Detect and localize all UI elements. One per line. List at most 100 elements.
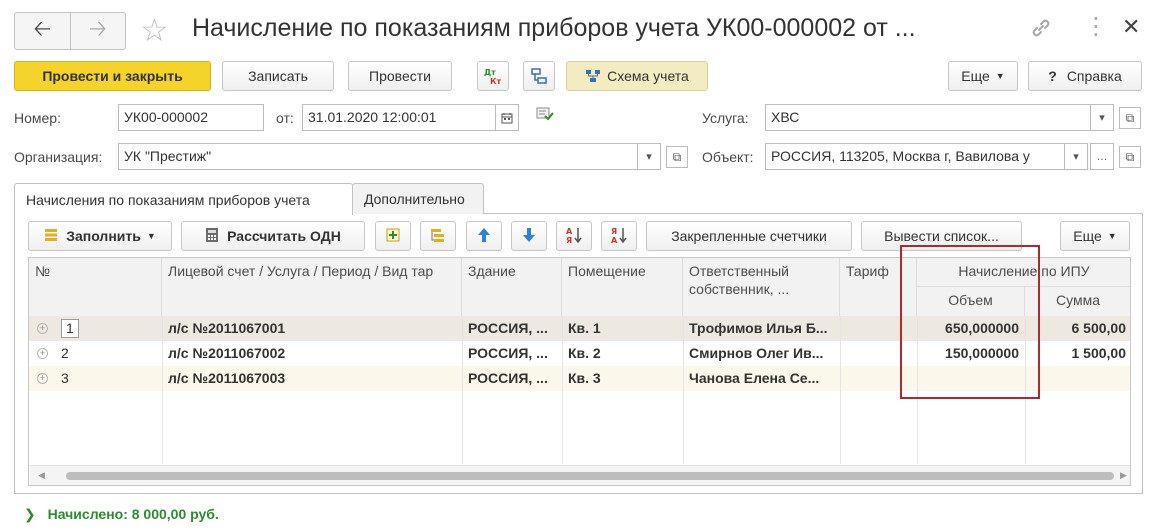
document-structure-button[interactable] <box>523 61 555 91</box>
table-more-label: Еще <box>1073 228 1102 244</box>
arrow-down-icon <box>522 227 536 246</box>
organization-field[interactable]: УК "Престиж" <box>118 143 638 170</box>
sort-desc-button[interactable]: ЯА <box>601 221 637 251</box>
total-charged[interactable]: ❯ Начислено: 8 000,00 руб. <box>24 506 219 523</box>
sum-cell: 6 500,00 <box>1071 320 1127 336</box>
header-building[interactable]: Здание <box>462 258 562 316</box>
schema-icon <box>585 69 601 83</box>
column-divider <box>162 316 163 464</box>
svg-text:Я: Я <box>611 227 617 236</box>
calc-odn-label: Рассчитать ОДН <box>227 228 341 244</box>
more-button[interactable]: Еще ▼ <box>948 61 1018 91</box>
document-structure-icon <box>530 67 548 85</box>
scroll-right-icon[interactable]: ▶ <box>1120 470 1127 481</box>
post-and-close-button[interactable]: Провести и закрыть <box>14 61 211 91</box>
row-num-cell: 1 <box>57 316 97 341</box>
chevron-down-icon: ▼ <box>146 231 156 241</box>
fill-label: Заполнить <box>66 228 141 244</box>
service-field[interactable]: ХВС <box>765 104 1091 131</box>
move-down-button[interactable] <box>511 221 547 251</box>
group-rows-icon <box>430 227 446 246</box>
sum-cell: 1 500,00 <box>1071 345 1127 361</box>
object-open-icon[interactable]: ⧉ <box>1119 146 1141 168</box>
highlight-frame <box>900 245 1040 399</box>
building-cell: РОССИЯ, ... <box>468 320 548 336</box>
header-premises[interactable]: Помещение <box>562 258 683 316</box>
help-label: Справка <box>1066 68 1122 84</box>
row-num: 3 <box>61 370 69 386</box>
object-label: Объект: <box>702 149 754 165</box>
save-button[interactable]: Записать <box>222 61 334 91</box>
building-cell: РОССИЯ, ... <box>468 345 548 361</box>
tab-additional[interactable]: Дополнительно <box>352 183 484 214</box>
expand-row-icon[interactable]: + <box>37 373 48 384</box>
service-dropdown-icon[interactable]: ▾ <box>1090 104 1114 131</box>
svg-text:Кт: Кт <box>490 77 502 86</box>
dt-kt-icon: Дт Кт <box>482 66 504 86</box>
expand-row-icon[interactable]: + <box>37 348 48 359</box>
column-divider <box>562 316 563 464</box>
table-more-button[interactable]: Еще ▼ <box>1060 221 1130 251</box>
row-num: 1 <box>61 319 79 338</box>
post-button[interactable]: Провести <box>348 61 452 91</box>
tab-meter-charges[interactable]: Начисления по показаниям приборов учета <box>14 183 353 215</box>
more-vertical-icon[interactable]: ⋮ <box>1084 12 1109 41</box>
column-divider <box>683 316 684 464</box>
add-row-icon <box>385 227 401 246</box>
header-num[interactable]: № <box>29 258 162 316</box>
organization-dropdown-icon[interactable]: ▾ <box>637 143 661 170</box>
svg-text:Я: Я <box>566 236 572 244</box>
expand-row-icon[interactable]: + <box>37 323 48 334</box>
owner-cell: Трофимов Илья Б... <box>689 320 828 336</box>
horizontal-scrollbar[interactable]: ◀ ▶ <box>30 465 1130 485</box>
sum-cell <box>1025 366 1130 391</box>
calc-odn-button[interactable]: Рассчитать ОДН <box>181 221 365 251</box>
sort-ascending-icon: АЯ <box>565 226 583 247</box>
arrow-left-icon[interactable]: 🡠 <box>15 13 70 49</box>
fill-button[interactable]: Заполнить ▼ <box>28 221 172 251</box>
organization-open-icon[interactable]: ⧉ <box>666 146 688 168</box>
move-up-button[interactable] <box>466 221 502 251</box>
organization-label: Организация: <box>14 149 103 165</box>
chevron-down-icon: ▼ <box>1107 231 1117 241</box>
calendar-icon[interactable] <box>495 104 519 131</box>
row-num: 2 <box>61 345 69 361</box>
total-label: Начислено: 8 000,00 руб. <box>47 506 219 522</box>
arrow-right-icon[interactable]: 🡢 <box>69 13 126 49</box>
scrollbar-thumb[interactable] <box>66 472 1114 480</box>
header-sum[interactable]: Сумма <box>1025 287 1130 316</box>
pinned-meters-button[interactable]: Закрепленные счетчики <box>646 221 852 251</box>
help-icon: ? <box>1048 68 1057 84</box>
group-rows-button[interactable] <box>420 221 456 251</box>
svg-text:Дт: Дт <box>484 68 496 77</box>
add-row-button[interactable] <box>375 221 411 251</box>
arrow-up-icon <box>477 227 491 246</box>
sort-asc-button[interactable]: АЯ <box>556 221 592 251</box>
help-button[interactable]: ? Справка <box>1028 61 1142 91</box>
more-label: Еще <box>961 68 990 84</box>
close-icon[interactable]: ✕ <box>1122 14 1140 40</box>
star-icon[interactable]: ☆ <box>140 12 169 48</box>
object-field[interactable]: РОССИЯ, 113205, Москва г, Вавилова у <box>765 143 1065 170</box>
service-open-icon[interactable]: ⧉ <box>1119 107 1141 129</box>
date-field[interactable]: 31.01.2020 12:00:01 <box>302 104 496 131</box>
schema-label: Схема учета <box>607 68 689 84</box>
scroll-left-icon[interactable]: ◀ <box>38 470 45 481</box>
list-icon <box>44 228 58 245</box>
svg-text:А: А <box>566 227 573 236</box>
document-check-icon[interactable] <box>536 106 554 125</box>
premises-cell: Кв. 2 <box>568 345 601 361</box>
link-icon[interactable] <box>1030 17 1052 45</box>
header-owner[interactable]: Ответственный собственник, ... <box>683 258 840 316</box>
column-divider <box>462 316 463 464</box>
owner-cell: Смирнов Олег Ив... <box>689 345 824 361</box>
object-select-icon[interactable]: … <box>1090 143 1114 170</box>
account-cell: л/с №2011067002 <box>168 345 286 361</box>
number-field[interactable]: УК00-000002 <box>118 104 264 131</box>
schema-button[interactable]: Схема учета <box>566 61 708 91</box>
object-dropdown-icon[interactable]: ▾ <box>1064 143 1088 170</box>
chevron-right-icon: ❯ <box>24 506 36 522</box>
dt-kt-button[interactable]: Дт Кт <box>477 61 509 91</box>
header-account[interactable]: Лицевой счет / Услуга / Период / Вид тар <box>162 258 462 316</box>
calculator-icon <box>205 227 219 246</box>
